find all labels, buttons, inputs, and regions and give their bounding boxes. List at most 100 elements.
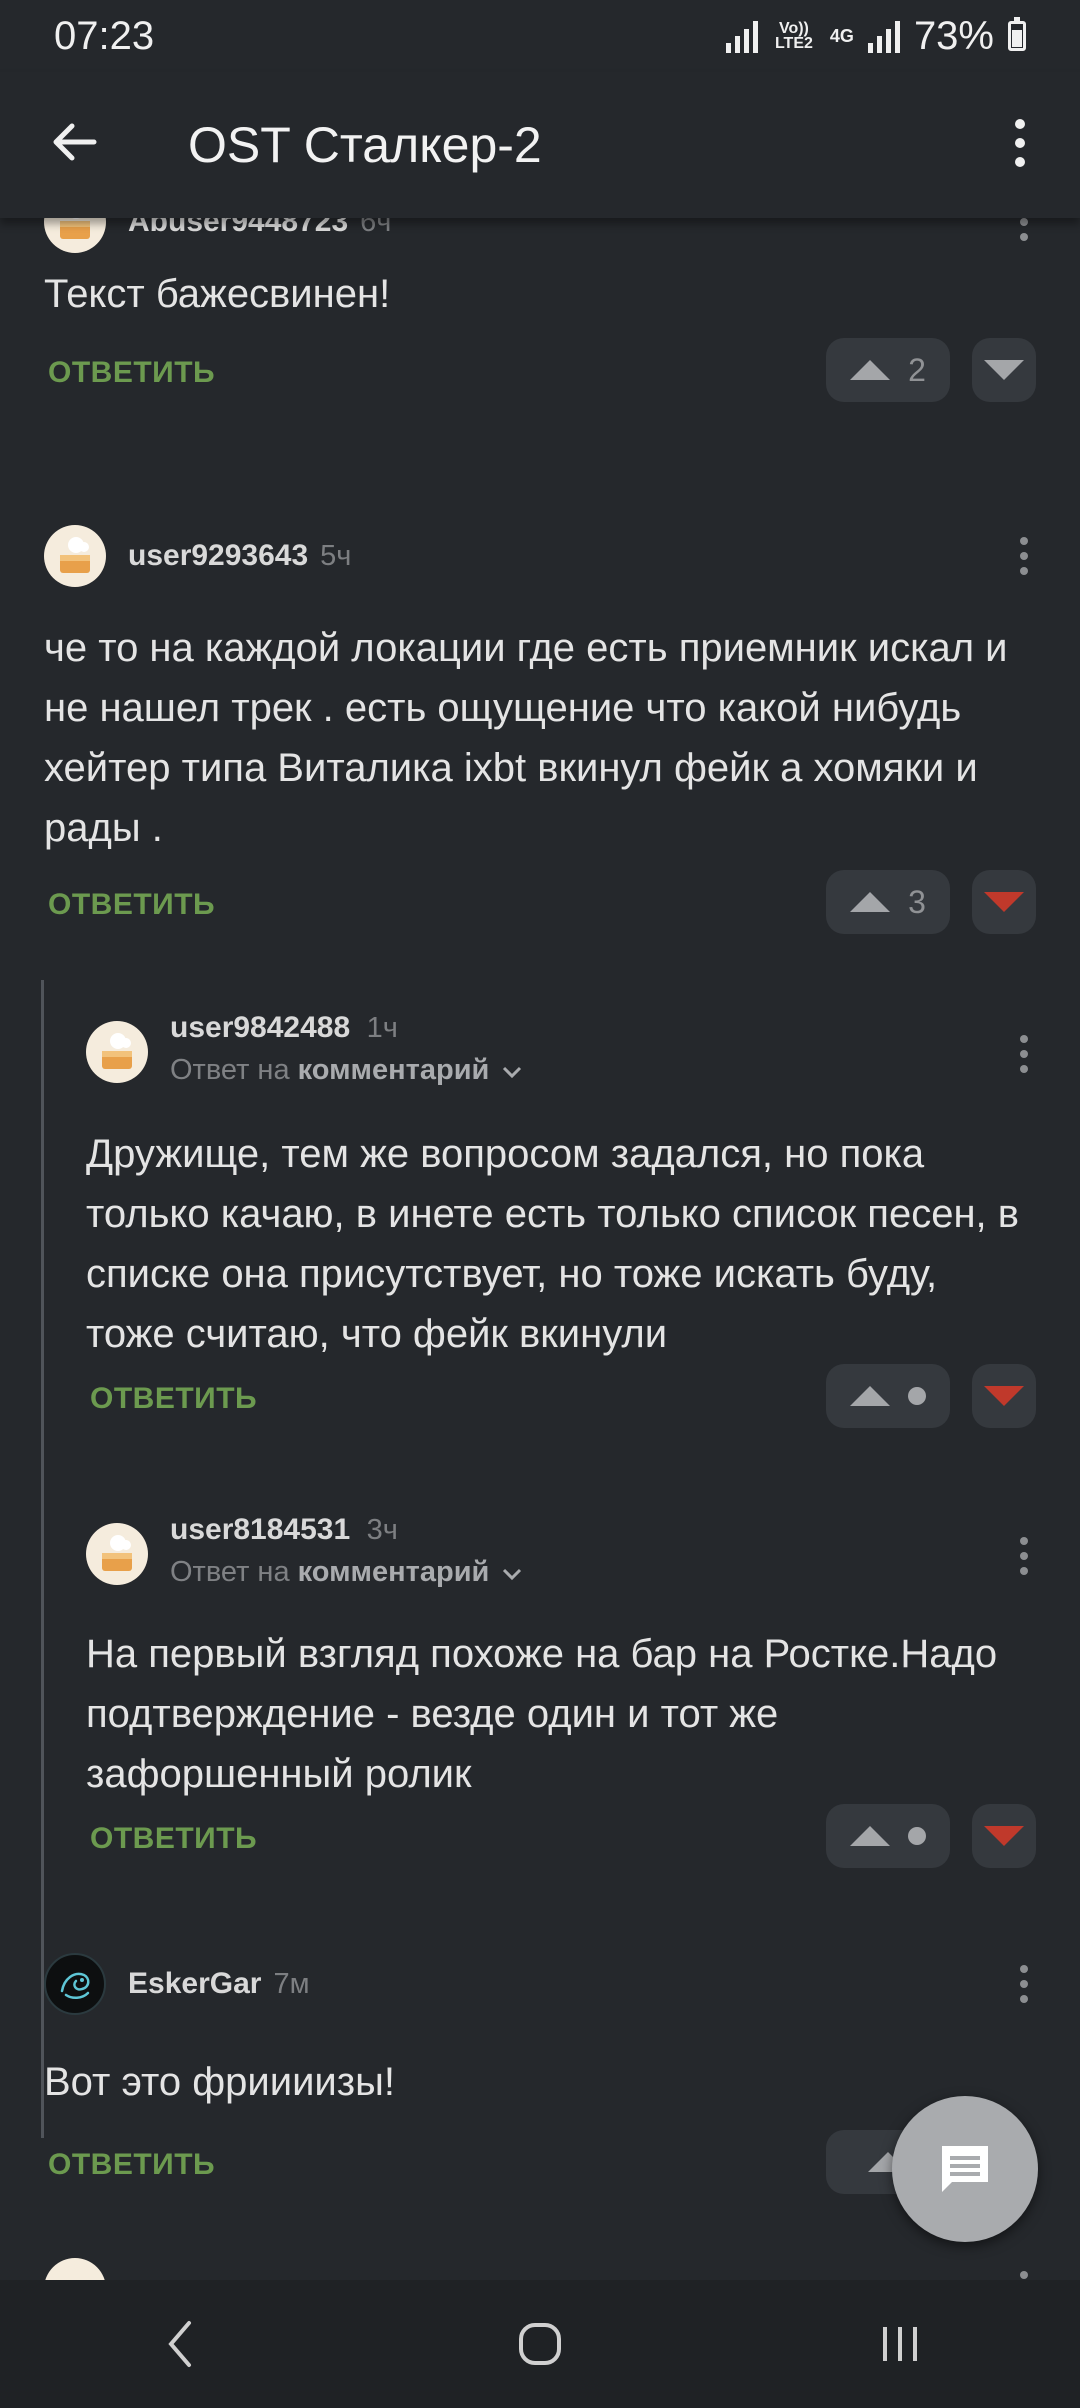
comment-menu-button[interactable]	[1009, 528, 1039, 584]
comment-text: че то на каждой локации где есть приемни…	[44, 626, 1008, 850]
comment-menu-button[interactable]	[1009, 1026, 1039, 1082]
reply-button[interactable]: ОТВЕТИТЬ	[90, 1382, 257, 1416]
nav-back-button[interactable]	[120, 2294, 240, 2394]
vote-count-hidden	[908, 1387, 926, 1405]
app-bar: OST Сталкер-2	[0, 72, 1080, 218]
username[interactable]: user8184531	[170, 1513, 350, 1546]
upvote-button[interactable]: 3	[826, 870, 950, 934]
comment-text: Дружище, тем же вопросом задался, но пок…	[86, 1132, 1020, 1356]
upvote-icon	[850, 1826, 890, 1846]
vote-controls: 2	[826, 338, 1036, 402]
reply-button[interactable]: ОТВЕТИТЬ	[48, 356, 215, 390]
avatar[interactable]	[86, 1523, 148, 1585]
chevron-down-icon	[503, 1568, 522, 1581]
downvote-button[interactable]	[972, 870, 1036, 934]
page-title: OST Сталкер-2	[188, 117, 542, 173]
username[interactable]: EskerGar	[128, 1967, 261, 2001]
comments-list[interactable]: Abuser9448723 6ч Текст бажесвинен! ОТВЕТ…	[0, 218, 1080, 2280]
upvote-button[interactable]	[826, 1364, 950, 1428]
battery-icon	[1008, 17, 1026, 51]
upvote-icon	[850, 1386, 890, 1406]
downvote-icon	[984, 1826, 1024, 1846]
downvote-icon	[984, 892, 1024, 912]
comment: user9293643 5ч че то на каждой локации г…	[44, 524, 1044, 934]
comment-text: Вот это фриииизы!	[44, 2060, 395, 2104]
upvote-button[interactable]	[826, 1804, 950, 1868]
comment-time: 5ч	[320, 539, 352, 572]
status-bar: 07:23 Vo)) LTE2 4G 73%	[0, 0, 1080, 72]
username[interactable]: Abuser9448723	[128, 218, 348, 239]
vote-controls	[826, 1804, 1036, 1868]
arrow-left-icon	[53, 123, 97, 161]
more-options-button[interactable]	[990, 110, 1050, 176]
avatar[interactable]	[44, 1953, 106, 2015]
comment-header: user9293643 5ч	[44, 524, 351, 588]
reply-to-prefix: Ответ на	[170, 1556, 290, 1588]
comment-text: Текст бажесвинен!	[44, 272, 391, 316]
signal-icon-2	[867, 19, 900, 53]
status-time: 07:23	[54, 13, 155, 58]
dragon-avatar-icon	[60, 1972, 90, 1999]
4g-label: 4G	[829, 25, 854, 46]
downvote-icon	[984, 1386, 1024, 1406]
reply-to-target: комментарий	[297, 1054, 490, 1086]
home-icon	[519, 2323, 561, 2365]
upvote-button[interactable]: 2	[826, 338, 950, 402]
cake-avatar-icon	[60, 218, 90, 239]
avatar[interactable]	[44, 525, 106, 587]
comment-menu-button[interactable]	[1009, 1528, 1039, 1584]
reply-button[interactable]: ОТВЕТИТЬ	[90, 1822, 257, 1856]
username[interactable]: user9842488	[170, 1011, 350, 1044]
cake-avatar-icon	[60, 537, 90, 573]
signal-icon	[725, 19, 758, 53]
comment-header: EskerGar 7м	[44, 1952, 310, 2016]
chevron-left-icon	[168, 2321, 191, 2367]
reply-comment: user8184531 3ч Ответ на комментарий На п…	[86, 1510, 1044, 1930]
nav-recents-button[interactable]	[840, 2294, 960, 2394]
reply-button[interactable]: ОТВЕТИТЬ	[48, 2148, 215, 2182]
comment-time: 3ч	[366, 1514, 398, 1546]
upvote-icon	[850, 892, 891, 912]
reply-to-link[interactable]: Ответ на комментарий	[170, 1054, 523, 1087]
recents-icon	[883, 2327, 917, 2361]
comment-menu-button[interactable]	[1009, 218, 1039, 250]
downvote-button[interactable]	[972, 1804, 1036, 1868]
comment-time: 1ч	[366, 1012, 398, 1044]
reply-to-target: комментарий	[297, 1556, 490, 1588]
vote-count: 2	[908, 351, 926, 388]
reply-to-link[interactable]: Ответ на комментарий	[170, 1556, 523, 1589]
comment: Abuser9448723 6ч Текст бажесвинен! ОТВЕТ…	[44, 218, 1044, 402]
comment-time: 6ч	[360, 218, 392, 238]
vote-count-hidden	[908, 1827, 926, 1845]
write-comment-button[interactable]	[892, 2096, 1038, 2242]
username[interactable]: user9293643	[128, 539, 308, 573]
avatar[interactable]	[44, 2258, 106, 2280]
status-icons: Vo)) LTE2 4G 73%	[725, 13, 1026, 59]
comment-header: Abuser9448723 6ч	[44, 218, 391, 254]
comment-menu-button[interactable]	[1009, 2262, 1039, 2280]
reply-comment: user9842488 1ч Ответ на комментарий Друж…	[86, 1008, 1044, 1468]
back-button[interactable]	[42, 110, 106, 174]
vote-count: 3	[908, 883, 926, 920]
comment-time: 7м	[273, 1967, 310, 2000]
downvote-button[interactable]	[972, 1364, 1036, 1428]
comment-text: На первый взгляд похоже на бар на Ростке…	[86, 1632, 998, 1796]
comment-partial	[44, 2258, 1044, 2280]
cake-avatar-icon	[102, 1033, 132, 1069]
upvote-icon	[850, 360, 891, 380]
chevron-down-icon	[503, 1066, 522, 1079]
downvote-icon	[984, 360, 1024, 380]
reply-to-prefix: Ответ на	[170, 1054, 290, 1086]
vote-controls	[826, 1364, 1036, 1428]
battery-percent: 73%	[913, 13, 994, 58]
system-nav-bar	[0, 2280, 1080, 2408]
avatar[interactable]	[86, 1021, 148, 1083]
reply-button[interactable]: ОТВЕТИТЬ	[48, 888, 215, 922]
volte-label: Vo)) LTE2	[774, 20, 813, 52]
comment-icon	[942, 2146, 988, 2192]
downvote-button[interactable]	[972, 338, 1036, 402]
comment-menu-button[interactable]	[1009, 1956, 1039, 2012]
avatar[interactable]	[44, 218, 106, 253]
nav-home-button[interactable]	[480, 2294, 600, 2394]
cake-avatar-icon	[102, 1535, 132, 1571]
